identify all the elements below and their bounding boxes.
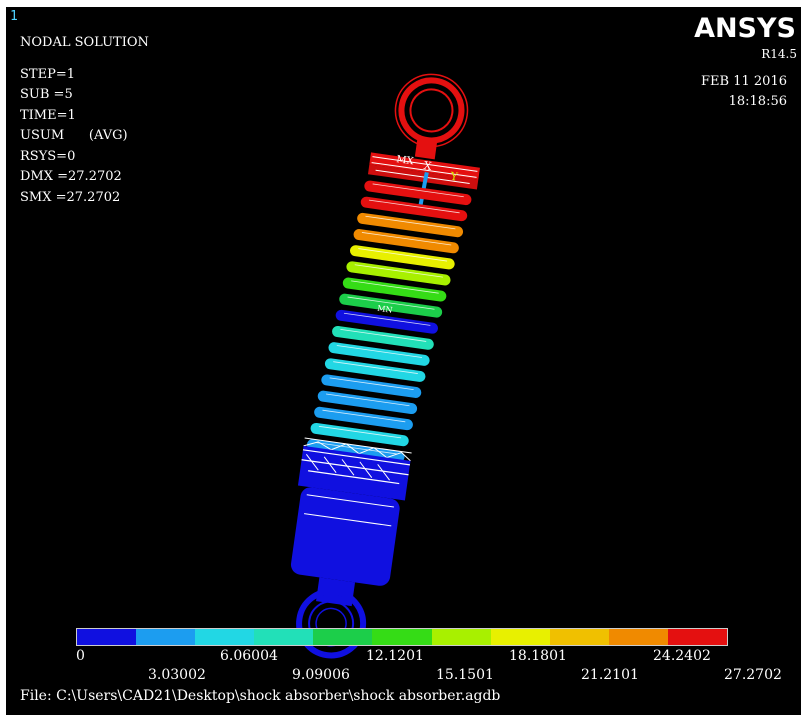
legend-swatch-0: [77, 629, 137, 645]
contour-legend-bar: [76, 628, 728, 646]
legend-swatch-3: [254, 629, 314, 645]
legend-swatch-10: [667, 629, 728, 645]
legend-label-2: 6.06004: [220, 648, 278, 664]
status-bar: File: C:\Users\CAD21\Desktop\shock absor…: [6, 681, 801, 715]
mn-label: MN: [377, 304, 393, 315]
legend-label-6: 18.1801: [509, 648, 567, 664]
legend-label-4: 12.1201: [366, 648, 424, 664]
file-path: File: C:\Users\CAD21\Desktop\shock absor…: [20, 688, 501, 704]
legend-swatch-8: [549, 629, 609, 645]
graphics-viewport[interactable]: 1 NODAL SOLUTION STEP=1 SUB =5 TIME=1 US…: [6, 7, 801, 688]
legend-swatch-1: [136, 629, 196, 645]
legend-swatch-9: [608, 629, 668, 645]
legend-swatch-5: [372, 629, 432, 645]
shock-absorber-model[interactable]: MX X Y MN: [6, 7, 801, 688]
legend-swatch-4: [313, 629, 373, 645]
legend-swatch-6: [431, 629, 491, 645]
legend-swatch-2: [195, 629, 255, 645]
legend-label-0: 0: [76, 648, 85, 664]
legend-swatch-7: [490, 629, 550, 645]
damper-body: [290, 445, 411, 607]
top-mount-eye: [394, 73, 469, 160]
legend-label-8: 24.2402: [653, 648, 711, 664]
spring-coils: [303, 180, 472, 463]
